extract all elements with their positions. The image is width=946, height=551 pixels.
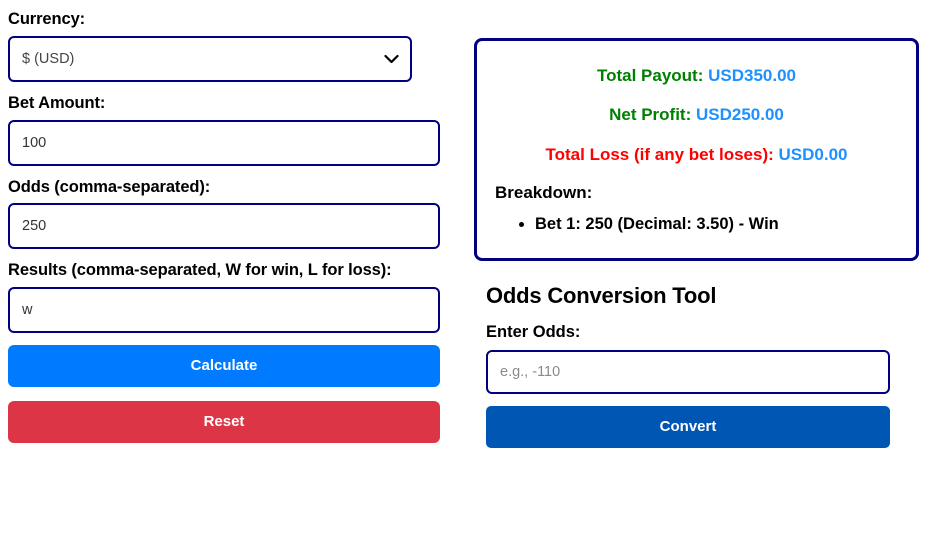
results-panel: Total Payout: USD350.00 Net Profit: USD2… — [474, 38, 919, 261]
odds-conversion-tool: Enter Odds: Convert — [474, 323, 908, 448]
breakdown-list: Bet 1: 250 (Decimal: 3.50) - Win — [493, 213, 900, 236]
enter-odds-input[interactable] — [486, 349, 890, 394]
bet-amount-input[interactable] — [8, 119, 440, 166]
betting-calculator-page: Currency: $ (USD) Bet Amount: Odds (comm… — [0, 0, 946, 551]
odds-conversion-title: Odds Conversion Tool — [486, 282, 717, 308]
bet-amount-label: Bet Amount: — [8, 93, 106, 112]
odds-input[interactable] — [8, 203, 440, 250]
breakdown-title: Breakdown: — [495, 182, 593, 202]
bet-input-form: Currency: $ (USD) Bet Amount: Odds (comm… — [0, 0, 448, 457]
net-profit-label: Net Profit: — [609, 105, 692, 125]
list-item: Bet 1: 250 (Decimal: 3.50) - Win — [535, 213, 900, 236]
total-loss-value: USD0.00 — [778, 144, 848, 164]
total-payout-label: Total Payout: — [596, 66, 704, 85]
reset-button[interactable]: Reset — [8, 401, 440, 444]
net-profit-row: Net Profit: USD250.00 — [493, 104, 900, 125]
calculate-button[interactable]: Calculate — [8, 345, 440, 388]
total-payout-row: Total Payout: USD350.00 — [493, 65, 900, 86]
results-input[interactable] — [8, 287, 440, 334]
total-loss-label: Total Loss (if any bet loses): — [545, 144, 774, 164]
net-profit-value: USD250.00 — [696, 105, 784, 125]
currency-label: Currency: — [8, 10, 86, 28]
total-loss-row: Total Loss (if any bet loses): USD0.00 — [493, 144, 900, 165]
convert-button[interactable]: Convert — [486, 405, 890, 448]
results-label: Results (comma-separated, W for win, L f… — [8, 261, 392, 280]
currency-select-wrapper: $ (USD) — [8, 35, 412, 82]
results-and-tools-column: Total Payout: USD350.00 Net Profit: USD2… — [448, 0, 919, 448]
total-payout-value: USD350.00 — [708, 66, 797, 85]
currency-select[interactable]: $ (USD) — [8, 35, 412, 82]
odds-label: Odds (comma-separated): — [8, 177, 211, 196]
enter-odds-label: Enter Odds: — [486, 322, 581, 341]
